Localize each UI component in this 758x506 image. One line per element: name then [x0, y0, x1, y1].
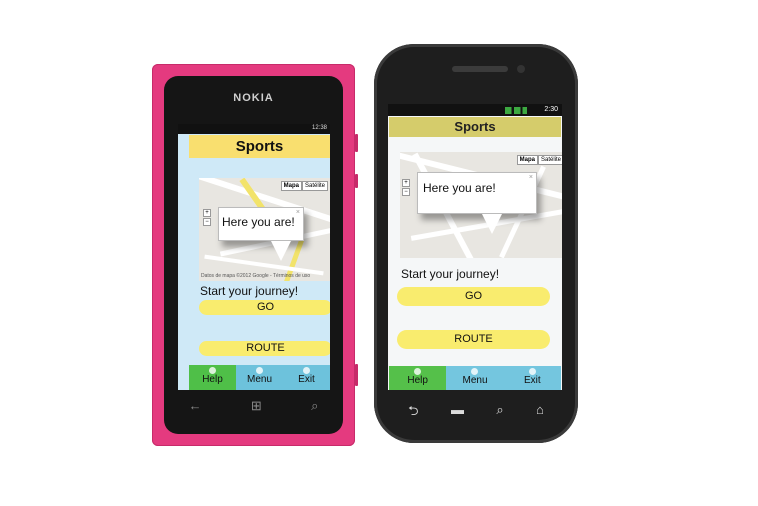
tab-help-label: Help: [202, 374, 223, 385]
location-label: Here you are!: [222, 215, 295, 229]
route-button[interactable]: ROUTE: [199, 341, 330, 356]
status-bar: 2:30: [388, 104, 562, 116]
hardware-nav-keys: ⮌ ▬ ⌕ ⌂: [374, 402, 578, 424]
journey-prompt: Start your journey!: [401, 267, 500, 281]
map-type-map[interactable]: Mapa: [280, 181, 302, 191]
zoom-control[interactable]: + −: [203, 208, 211, 226]
phone-brand-logo: NOKIA: [233, 92, 274, 104]
location-label: Here you are!: [423, 181, 496, 195]
camera-button: [355, 364, 358, 386]
back-icon[interactable]: ⮌: [408, 402, 418, 424]
map-type-satellite[interactable]: Satélite: [537, 155, 562, 165]
app-title: Sports: [189, 135, 330, 158]
tab-exit-label: Exit: [523, 375, 541, 386]
tab-exit[interactable]: Exit: [283, 365, 330, 390]
go-button[interactable]: GO: [397, 287, 550, 306]
lock-button: [355, 174, 358, 188]
home-icon[interactable]: ⌂: [536, 402, 544, 424]
close-icon: [528, 368, 536, 375]
tab-menu[interactable]: Menu: [236, 365, 283, 390]
search-icon[interactable]: ⌕: [311, 398, 318, 414]
phone-screen: 12:38 Sports Mapa Satélite + − Here you …: [178, 124, 330, 390]
map-type-satellite[interactable]: Satélite: [301, 181, 328, 191]
map-attribution: Datos de mapa ©2012 Google - Términos de…: [201, 273, 311, 279]
windows-start-icon[interactable]: ⊞: [251, 398, 262, 414]
infowindow-tail: [482, 214, 502, 234]
map-view[interactable]: Mapa Satélite + − Here you are! ×: [400, 152, 562, 258]
nokia-phone: NOKIA 12:38 Sports Mapa Satélite + − Her…: [152, 64, 358, 446]
volume-button: [355, 134, 358, 152]
earpiece-speaker: [452, 66, 508, 72]
zoom-control[interactable]: + −: [402, 178, 410, 196]
tab-exit-label: Exit: [298, 374, 315, 385]
status-bar: 12:38: [178, 124, 330, 134]
bottom-tab-bar: Help Menu Exit: [389, 366, 561, 390]
menu-icon: [256, 367, 263, 374]
route-button[interactable]: ROUTE: [397, 330, 550, 349]
info-icon: [414, 368, 422, 375]
tab-help[interactable]: Help: [189, 365, 236, 390]
map-type-control[interactable]: Mapa Satélite: [516, 155, 562, 165]
go-button[interactable]: GO: [199, 300, 330, 315]
tab-menu[interactable]: Menu: [446, 366, 504, 390]
map-view[interactable]: Mapa Satélite + − Here you are! × Datos …: [199, 178, 330, 281]
signal-battery-icon: [505, 107, 527, 114]
stage: NOKIA 12:38 Sports Mapa Satélite + − Her…: [0, 0, 758, 506]
menu-key-icon[interactable]: ▬: [451, 402, 464, 424]
android-phone: 2:30 Sports Mapa Satélite + − Here you a…: [374, 44, 578, 443]
tab-menu-label: Menu: [246, 374, 272, 385]
zoom-out-button[interactable]: −: [402, 188, 410, 196]
zoom-in-button[interactable]: +: [203, 209, 211, 217]
back-icon[interactable]: ←: [189, 398, 202, 414]
close-icon: [303, 367, 310, 374]
phone-face: NOKIA 12:38 Sports Mapa Satélite + − Her…: [164, 76, 343, 434]
search-icon[interactable]: ⌕: [496, 402, 503, 424]
zoom-in-button[interactable]: +: [402, 179, 410, 187]
map-type-control[interactable]: Mapa Satélite: [280, 181, 328, 191]
status-time: 12:38: [311, 125, 327, 131]
app-title: Sports: [389, 117, 561, 137]
close-icon[interactable]: ×: [296, 209, 300, 216]
tab-help-label: Help: [407, 375, 428, 386]
close-icon[interactable]: ×: [529, 174, 533, 181]
journey-prompt: Start your journey!: [200, 284, 299, 298]
phone-screen: 2:30 Sports Mapa Satélite + − Here you a…: [388, 104, 562, 390]
status-time: 2:30: [544, 106, 558, 113]
zoom-out-button[interactable]: −: [203, 218, 211, 226]
location-infowindow: Here you are! ×: [417, 172, 537, 234]
hardware-nav-keys: ← ⊞ ⌕: [164, 398, 343, 414]
bottom-tab-bar: Help Menu Exit: [189, 365, 330, 390]
menu-icon: [471, 368, 479, 375]
tab-help[interactable]: Help: [389, 366, 447, 390]
front-camera: [517, 65, 525, 73]
location-infowindow: Here you are! ×: [218, 207, 304, 261]
tab-menu-label: Menu: [462, 375, 488, 386]
map-type-map[interactable]: Mapa: [516, 155, 538, 165]
infowindow-tail: [271, 241, 291, 261]
info-icon: [209, 367, 216, 374]
tab-exit[interactable]: Exit: [503, 366, 561, 390]
